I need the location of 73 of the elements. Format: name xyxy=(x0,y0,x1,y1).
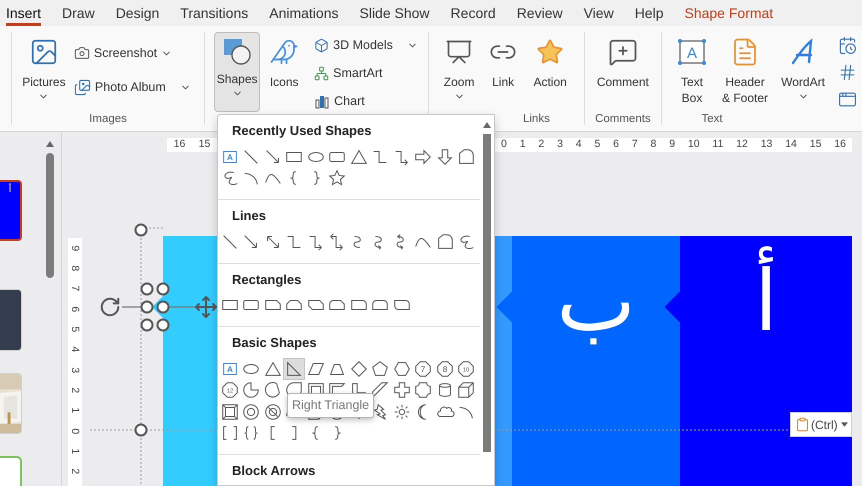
ribbon-tab[interactable]: Review xyxy=(516,2,563,26)
ruler-number: 0 xyxy=(501,137,507,152)
ruler-number: 7 xyxy=(70,286,80,292)
numbered-polygon-icon[interactable]: 8 xyxy=(434,358,455,379)
ruler-number: 2 xyxy=(70,468,80,474)
ruler-number: 8 xyxy=(650,137,656,152)
zoom-button[interactable]: Zoom xyxy=(439,32,480,112)
ribbon-tab[interactable]: Record xyxy=(450,2,496,26)
ruler-number: 2 xyxy=(538,137,544,152)
comment-button[interactable]: Comment xyxy=(590,32,655,112)
slide-thumbnail[interactable]: أ xyxy=(0,180,22,242)
smartart-button[interactable]: SmartArt xyxy=(314,62,418,84)
ruler-number: 3 xyxy=(557,137,563,152)
ribbon-tab[interactable]: Design xyxy=(116,2,160,26)
slide-letter: ب xyxy=(556,251,636,352)
action-button[interactable]: Action xyxy=(527,32,574,112)
header-footer-button[interactable]: Header & Footer xyxy=(718,32,772,112)
chart-button[interactable]: Chart xyxy=(314,90,418,112)
slide-letter: أ xyxy=(754,246,778,356)
ribbon-tab[interactable]: Help xyxy=(634,2,664,26)
ruler-number: 6 xyxy=(70,306,80,312)
ruler-number: 16 xyxy=(174,137,186,152)
section-header: Basic Shapes xyxy=(231,335,318,351)
group-label: Links xyxy=(522,112,551,127)
ruler-number: 1 xyxy=(70,408,80,414)
wordart-button[interactable]: WordArt xyxy=(778,32,828,112)
ruler-number: 10 xyxy=(688,137,700,152)
ruler-number: 4 xyxy=(70,346,80,353)
ruler-number: 16 xyxy=(834,137,846,152)
ruler-number: 1 xyxy=(70,448,80,454)
section-header: Lines xyxy=(231,208,267,224)
pictures-button[interactable]: Pictures xyxy=(18,32,70,112)
ruler-number: 7 xyxy=(632,137,638,152)
group-label: Comments xyxy=(594,112,652,126)
ribbon-tab[interactable]: Shape Format xyxy=(684,2,774,26)
ruler-number: 8 xyxy=(70,266,80,272)
text-box-button[interactable]: A Text Box xyxy=(672,32,712,112)
icons-button[interactable]: Icons xyxy=(266,32,302,112)
ruler-number: 14 xyxy=(785,137,797,152)
ruler-number: 12 xyxy=(736,137,748,152)
text-box-icon: A xyxy=(677,38,708,66)
ribbon-tab[interactable]: Transitions xyxy=(180,2,248,26)
ribbon-tab[interactable]: View xyxy=(584,2,614,26)
ruler-number: 15 xyxy=(810,137,822,152)
ruler-number: 13 xyxy=(760,137,772,152)
ribbon-tab[interactable]: Animations xyxy=(269,2,338,26)
numbered-polygon-icon[interactable]: 7 xyxy=(413,358,434,379)
3d-models-button[interactable]: 3D Models xyxy=(314,34,418,56)
ruler-number: 6 xyxy=(613,137,619,152)
group-label: Images xyxy=(88,112,128,126)
ruler-number: 4 xyxy=(576,137,582,152)
ruler-number: 0 xyxy=(70,428,80,434)
section-header: Rectangles xyxy=(231,272,302,288)
screenshot-button[interactable]: Screenshot xyxy=(74,42,191,64)
ruler-number: 3 xyxy=(70,367,80,373)
ruler-number: 11 xyxy=(712,137,724,152)
ribbon-tab[interactable]: Slide Show xyxy=(360,2,430,26)
ruler-number: 9 xyxy=(70,245,80,252)
ruler-number: 2 xyxy=(70,387,80,394)
group-label: Text xyxy=(700,112,724,127)
ruler-number: 5 xyxy=(594,137,600,152)
section-header: Recently Used Shapes xyxy=(231,123,372,139)
ruler-number: 5 xyxy=(70,326,80,332)
ruler-number: 9 xyxy=(669,137,676,152)
ruler-number: 1 xyxy=(520,137,526,152)
ribbon-tab[interactable]: Draw xyxy=(62,2,95,26)
shapes-button[interactable]: Shapes xyxy=(214,32,260,112)
paste-options-button[interactable]: (Ctrl) xyxy=(790,412,852,437)
section-header: Block Arrows xyxy=(231,463,316,479)
ruler-number: 15 xyxy=(198,137,210,152)
tooltip: Right Triangle xyxy=(287,393,374,418)
photo-album-button[interactable]: Photo Album xyxy=(74,76,166,98)
link-button[interactable]: Link xyxy=(483,32,524,112)
